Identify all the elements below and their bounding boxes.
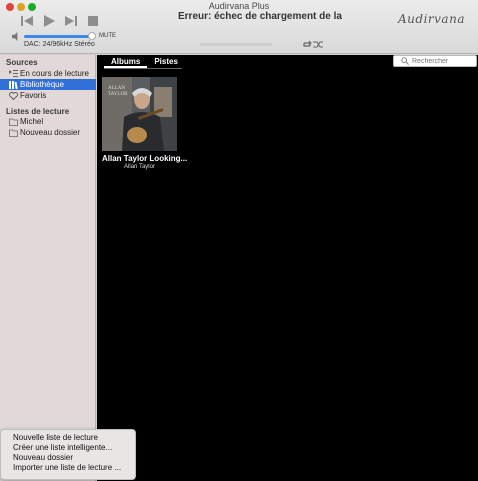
volume-fill [24,35,93,38]
album-card[interactable]: ALLAN TAYLOR Allan Taylor Looking... All… [102,77,188,170]
shuffle-button[interactable] [313,40,323,49]
menu-item-new-folder[interactable]: Nouveau dossier [1,453,135,463]
now-playing-icon [9,69,18,78]
album-title: Allan Taylor Looking... [102,154,188,163]
add-playlist-menu: Nouvelle liste de lecture Créer une list… [0,429,136,480]
tab-divider [104,68,182,69]
sidebar-item-nouveau-dossier[interactable]: Nouveau dossier [0,127,96,138]
tab-pistes[interactable]: Pistes [147,56,185,68]
playback-status: Erreur: échec de chargement de la [178,11,342,22]
menu-item-import-playlist[interactable]: Importer une liste de lecture ... [1,463,135,473]
window-title: Audirvana Plus [208,1,270,11]
play-icon [44,15,55,27]
volume-knob[interactable] [88,32,97,40]
speaker-icon [12,32,18,41]
sidebar-item-library[interactable]: Bibliothèque [0,79,96,90]
library-icon [9,80,18,89]
sidebar-item-label: Michel [20,117,44,126]
search-icon [401,57,409,65]
sidebar-item-favorites[interactable]: Favoris [0,90,96,101]
folder-icon [9,129,18,137]
toolbar: Audirvana Plus Erreur: échec de chargeme… [0,0,478,54]
brand-logo: Audirvana [398,12,465,26]
mute-label[interactable]: MUTE [99,33,116,39]
sidebar: Sources En cours de lecture Bibliothèque… [0,55,96,481]
view-tabs: Albums Pistes [104,56,185,68]
album-artist: Allan Taylor [124,164,155,170]
cover-text-allan: ALLAN [108,86,125,91]
stop-button[interactable] [86,14,100,28]
sidebar-item-label: Nouveau dossier [20,128,81,137]
next-button[interactable] [64,14,78,28]
next-icon [65,16,77,26]
folder-icon [9,118,18,126]
cover-text-taylor: TAYLOR [108,92,128,97]
menu-item-new-playlist[interactable]: Nouvelle liste de lecture [1,433,135,443]
tab-albums[interactable]: Albums [104,56,148,68]
previous-button[interactable] [20,14,34,28]
dac-info: DAC: 24/96kHz Stéréo [24,41,95,48]
sidebar-item-label: En cours de lecture [20,69,89,78]
volume-slider[interactable] [24,32,97,40]
repeat-icon [303,40,312,47]
previous-icon [21,16,33,26]
sidebar-item-now-playing[interactable]: En cours de lecture [0,68,96,79]
sidebar-item-michel[interactable]: Michel [0,116,96,127]
repeat-button[interactable] [302,40,312,49]
play-button[interactable] [42,14,56,28]
stop-icon [88,16,98,26]
heart-icon [9,91,18,100]
search-input[interactable] [412,57,472,65]
sources-header: Sources [6,58,38,67]
sidebar-item-label: Favoris [20,91,47,100]
menu-item-smart-playlist[interactable]: Créer une liste intelligente... [1,443,135,453]
track-progress-bar[interactable] [200,43,272,46]
search-field[interactable] [393,55,477,67]
playlists-header: Listes de lecture [6,107,70,116]
album-cover[interactable]: ALLAN TAYLOR [102,77,177,151]
library-content: Albums Pistes ALLAN TAYLOR Allan Taylor … [97,55,478,481]
sidebar-item-label: Bibliothèque [20,80,65,89]
shuffle-icon [313,41,323,48]
